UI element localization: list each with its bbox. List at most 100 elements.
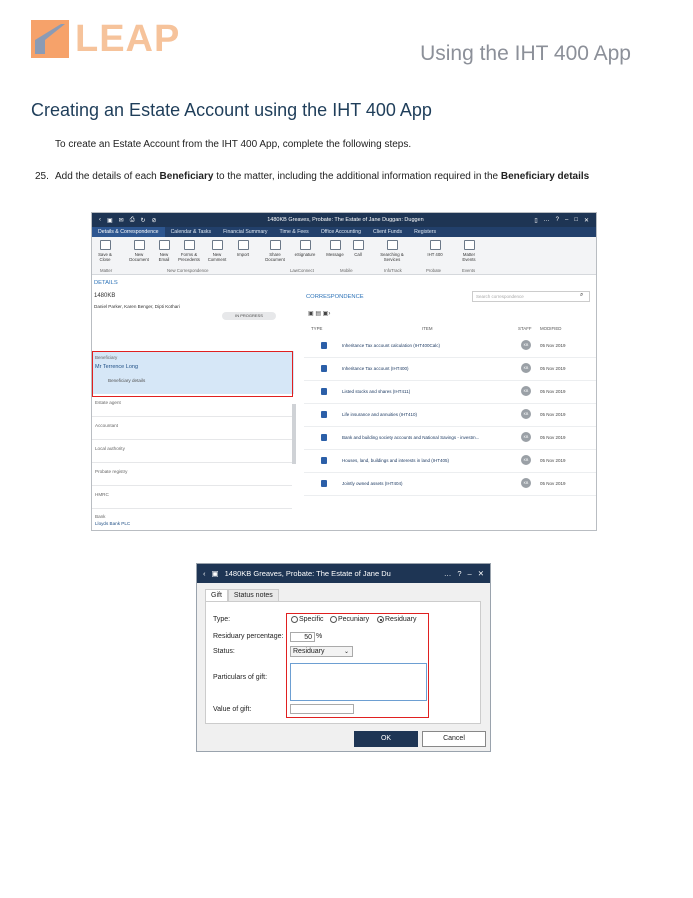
cancel-button[interactable]: Cancel: [422, 731, 486, 747]
table-row[interactable]: Listed stocks and shares (IHT411) KB 05 No…: [304, 382, 596, 404]
item-title[interactable]: Bank and building society accounts and N…: [342, 435, 479, 440]
email-icon[interactable]: ✉: [119, 217, 124, 224]
import-icon: [237, 240, 249, 250]
avatar: KB: [521, 409, 531, 419]
table-row[interactable]: Inheritance Tax account (IHT400) KB 05 Nov…: [304, 359, 596, 381]
col-type[interactable]: TYPE: [311, 326, 322, 331]
tab-registers[interactable]: Registers: [408, 227, 442, 237]
value-of-gift-label: Value of gift:: [213, 706, 252, 713]
section-heading: Creating an Estate Account using the IHT…: [31, 100, 432, 120]
form-icon: [429, 240, 441, 250]
row-bank[interactable]: Bank: [95, 514, 105, 519]
item-title[interactable]: Life insurance and annuities (IHT410): [342, 412, 417, 417]
divider: [92, 439, 292, 440]
details-scrollbar[interactable]: [292, 404, 296, 464]
tab-time-fees[interactable]: Time & Fees: [274, 227, 315, 237]
col-staff[interactable]: STAFF: [518, 326, 532, 331]
window-titlebar: ‹ ▣ ✉ ⎙ ↻ ⊘ 1480KB Greaves, Probate: The…: [92, 213, 596, 227]
mobile-icon[interactable]: ▯: [534, 217, 537, 224]
table-row[interactable]: Houses, land, buildings and interests in…: [304, 451, 596, 473]
save-close-button[interactable]: Save & Close: [96, 240, 114, 262]
col-item[interactable]: ITEM: [422, 326, 433, 331]
tab-calendar-tasks[interactable]: Calendar & Tasks: [165, 227, 218, 237]
table-row[interactable]: Jointly owned assets (IHT404) KB 05 Nov 20…: [304, 474, 596, 496]
search-icon[interactable]: ⌕: [580, 292, 583, 299]
leap-logo-text: LEAP: [75, 18, 181, 60]
avatar: KB: [521, 478, 531, 488]
matter-number: 1480KB: [94, 293, 116, 299]
new-document-button[interactable]: New Document: [126, 240, 152, 262]
import-button[interactable]: Import: [232, 240, 254, 257]
toolbar-icons[interactable]: ▣ ▤ ▣›: [308, 310, 330, 317]
col-modified[interactable]: MODIFIED: [540, 326, 561, 331]
row-divider: [304, 380, 596, 381]
back-icon[interactable]: ‹: [203, 569, 206, 578]
new-email-button[interactable]: New Email: [154, 240, 174, 262]
tab-details-correspondence[interactable]: Details & Correspondence: [92, 227, 165, 237]
more-icon[interactable]: …: [544, 217, 550, 223]
close-icon[interactable]: ✕: [584, 217, 589, 224]
iht400-button[interactable]: IHT 400: [424, 240, 446, 257]
main-menu: Details & Correspondence Calendar & Task…: [92, 227, 596, 237]
item-title[interactable]: Listed stocks and shares (IHT411): [342, 389, 410, 394]
group-new-correspondence: New Correspondence: [167, 268, 209, 273]
modified-date: 05 Nov 2019: [540, 458, 566, 463]
minimize-icon[interactable]: –: [468, 569, 472, 578]
row-estate-agent[interactable]: Estate agent: [95, 400, 121, 405]
house-icon: [386, 240, 398, 250]
esignature-button[interactable]: eSignature: [292, 240, 318, 257]
item-title[interactable]: Houses, land, buildings and interests in…: [342, 458, 449, 463]
link-icon[interactable]: ⊘: [152, 217, 157, 224]
row-local-authority[interactable]: Local authority: [95, 446, 125, 451]
maximize-icon[interactable]: □: [574, 217, 578, 223]
minimize-icon[interactable]: –: [565, 217, 568, 223]
modified-date: 05 Nov 2019: [540, 412, 566, 417]
step-25: 25. Add the details of each Beneficiary …: [35, 169, 635, 184]
row-divider: [304, 472, 596, 473]
word-document-icon: [321, 434, 327, 441]
message-button[interactable]: Message: [324, 240, 346, 257]
call-button[interactable]: Call: [350, 240, 366, 257]
details-pane: DETAILS 1480KB Daniel Parker, Karen Beng…: [92, 276, 298, 530]
refresh-icon[interactable]: ↻: [141, 217, 146, 224]
help-icon[interactable]: ?: [556, 217, 559, 223]
close-icon[interactable]: ✕: [478, 569, 484, 578]
more-icon[interactable]: …: [444, 569, 452, 578]
new-comment-button[interactable]: New Comment: [204, 240, 230, 262]
back-icon[interactable]: ‹: [99, 217, 101, 223]
row-divider: [304, 403, 596, 404]
events-icon: [463, 240, 475, 250]
forms-precedents-button[interactable]: Forms & Precedents: [176, 240, 202, 262]
table-row[interactable]: Inheritance Tax account calculation (IHT…: [304, 336, 596, 358]
row-hmrc[interactable]: HMRC: [95, 492, 109, 497]
divider: [92, 508, 292, 509]
share-icon: [269, 240, 281, 250]
modified-date: 05 Nov 2019: [540, 435, 566, 440]
row-accountant[interactable]: Accountant: [95, 423, 118, 428]
share-document-button[interactable]: Share Document: [263, 240, 287, 262]
item-title[interactable]: Inheritance Tax account (IHT400): [342, 366, 408, 371]
matter-icon[interactable]: ▣: [107, 217, 113, 224]
matter-icon[interactable]: ▣: [212, 569, 219, 578]
phone-icon: [352, 240, 364, 250]
matter-events-button[interactable]: Matter Events: [457, 240, 481, 262]
bank-value[interactable]: Lloyds Bank PLC: [95, 521, 130, 526]
step-number: 25.: [35, 171, 49, 182]
search-correspondence-input[interactable]: Search correspondence: [472, 291, 590, 302]
item-title[interactable]: Inheritance Tax account calculation (IHT…: [342, 343, 440, 348]
tab-client-funds[interactable]: Client Funds: [367, 227, 408, 237]
table-row[interactable]: Bank and building society accounts and N…: [304, 428, 596, 450]
table-row[interactable]: Life insurance and annuities (IHT410) KB 0…: [304, 405, 596, 427]
row-probate-registry[interactable]: Probate registry: [95, 469, 127, 474]
type-label: Type:: [213, 616, 231, 623]
highlight-box: [286, 613, 429, 718]
tab-financial-summary[interactable]: Financial Summary: [217, 227, 273, 237]
avatar: KB: [521, 340, 531, 350]
print-icon[interactable]: ⎙: [130, 217, 135, 224]
tab-office-accounting[interactable]: Office Accounting: [315, 227, 367, 237]
item-title[interactable]: Jointly owned assets (IHT404): [342, 481, 403, 486]
ok-button[interactable]: OK: [354, 731, 418, 747]
group-lawconnect: LawConnect: [290, 268, 314, 273]
searching-services-button[interactable]: Searching & Services: [377, 240, 407, 262]
help-icon[interactable]: ?: [457, 569, 461, 578]
